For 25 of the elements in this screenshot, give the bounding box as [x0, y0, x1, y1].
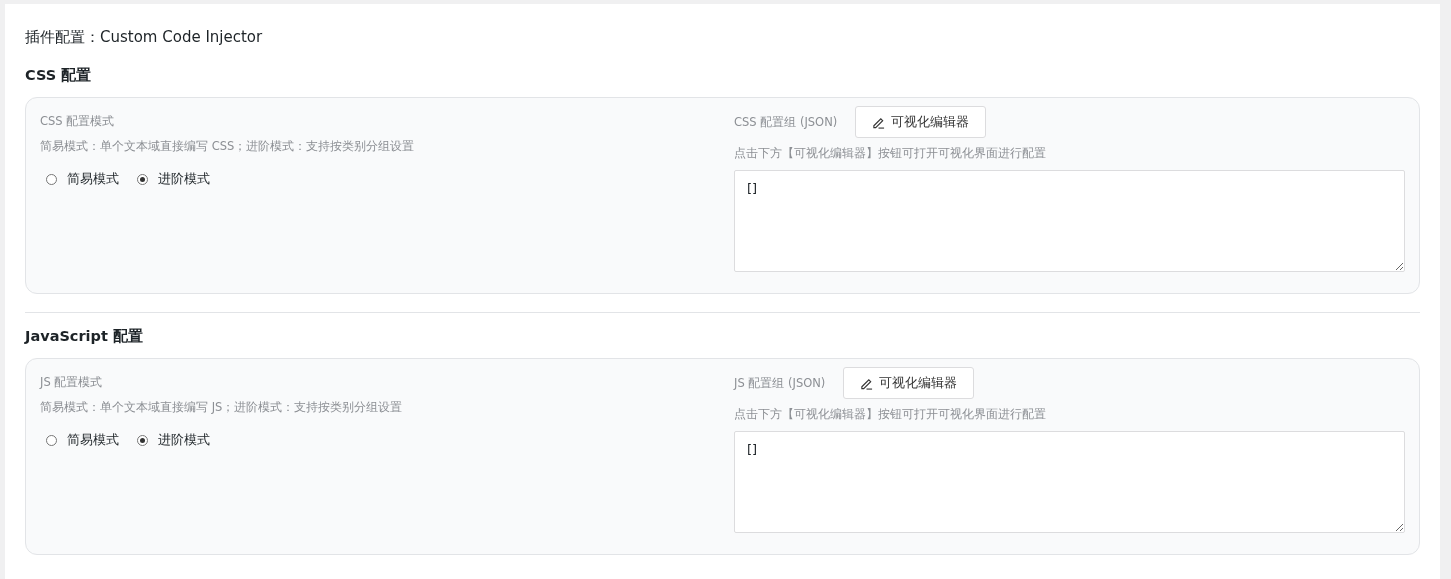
radio-button[interactable]: [46, 173, 57, 185]
pencil-icon: [872, 115, 886, 129]
page-title: 插件配置：Custom Code Injector: [25, 28, 264, 48]
visual-editor-button[interactable]: 可视化编辑器: [855, 106, 987, 138]
json-input-field[interactable]: []: [734, 431, 1405, 533]
radio-label[interactable]: 简易模式: [67, 170, 119, 188]
radio-label[interactable]: 简易模式: [67, 431, 119, 449]
field-hint: 简易模式：单个文本域直接编写 JS；进阶模式：支持按类别分组设置: [40, 400, 404, 415]
section-heading: JavaScript 配置: [25, 327, 144, 346]
section-heading: CSS 配置: [25, 66, 93, 85]
radio-button[interactable]: [46, 434, 57, 446]
field-label: CSS 配置组 (JSON): [734, 114, 838, 130]
field-label: CSS 配置模式: [40, 114, 116, 129]
field-hint: 简易模式：单个文本域直接编写 CSS；进阶模式：支持按类别分组设置: [40, 139, 416, 154]
field-label: JS 配置组 (JSON): [734, 375, 826, 391]
radio-button[interactable]: [137, 434, 148, 446]
pencil-icon: [860, 376, 874, 390]
field-hint: 点击下方【可视化编辑器】按钮可打开可视化界面进行配置: [734, 407, 1047, 422]
radio-label[interactable]: 进阶模式: [158, 170, 210, 188]
field-label: JS 配置模式: [40, 375, 104, 390]
json-input-field[interactable]: []: [734, 170, 1405, 272]
radio-label[interactable]: 进阶模式: [158, 431, 210, 449]
radio-button[interactable]: [137, 173, 148, 185]
field-hint: 点击下方【可视化编辑器】按钮可打开可视化界面进行配置: [734, 146, 1047, 161]
visual-editor-button[interactable]: 可视化编辑器: [843, 367, 975, 399]
